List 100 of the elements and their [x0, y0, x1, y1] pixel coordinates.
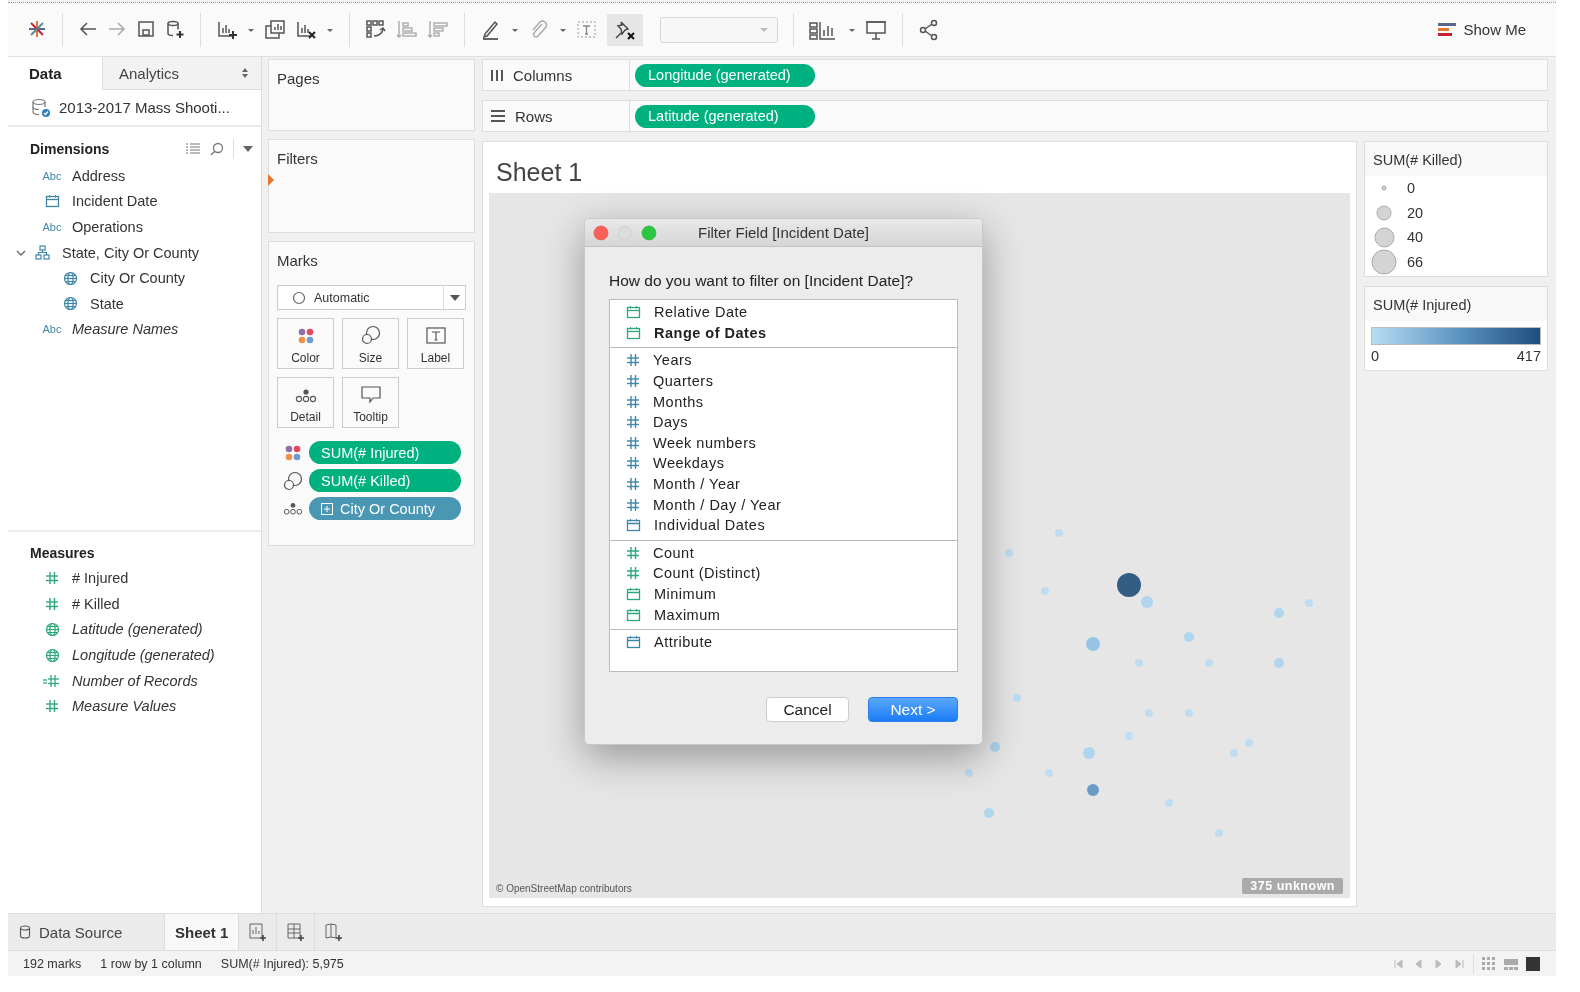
share-icon[interactable] — [918, 18, 940, 41]
status-text: SUM(# Injured): 5,975 — [220, 956, 344, 971]
legend-value: 417 — [1516, 348, 1541, 364]
pin-button[interactable] — [607, 13, 643, 46]
hash-icon — [45, 596, 59, 611]
option-item[interactable]: Minimum — [610, 583, 957, 605]
four-dots-icon — [283, 443, 303, 462]
encoding-button[interactable]: Size — [342, 318, 399, 369]
globe-icon — [62, 296, 78, 312]
dots-icon — [294, 388, 317, 404]
database-check-icon — [31, 97, 51, 118]
field-item[interactable]: Latitude (generated) — [8, 616, 261, 643]
square-icon[interactable] — [1526, 956, 1540, 971]
show-me-button[interactable]: Show Me — [1438, 21, 1526, 38]
dots-icon — [283, 500, 303, 517]
database-plus-icon[interactable] — [165, 18, 185, 41]
field-item[interactable]: Longitude (generated) — [8, 642, 261, 668]
new-chart-sheet-icon[interactable] — [247, 922, 268, 942]
search-icon[interactable] — [210, 142, 224, 156]
dialog-question: How do you want to filter on [Incident Date]? — [609, 271, 915, 291]
caret-icon — [759, 25, 769, 34]
columns-icon — [490, 68, 504, 82]
close-icon[interactable] — [593, 224, 609, 241]
map-attribution: © OpenStreetMap contributors — [496, 883, 632, 894]
new-book-sheet-icon[interactable] — [323, 922, 344, 942]
presentation-icon[interactable] — [865, 18, 887, 41]
option-item[interactable]: Count — [610, 542, 957, 564]
option-item[interactable]: Years — [610, 350, 957, 371]
field-item[interactable]: # Killed — [8, 591, 261, 617]
abc-icon: Abc — [42, 323, 62, 336]
database-icon — [19, 925, 31, 939]
caret-icon — [449, 294, 460, 301]
field-item[interactable]: # Injured — [8, 565, 261, 592]
option-item[interactable]: Month / Year — [610, 473, 957, 495]
shelf-title: Filters — [276, 149, 319, 169]
circle-icon — [292, 290, 306, 305]
abc-icon: Abc — [42, 221, 62, 233]
four-dots-icon — [296, 327, 315, 345]
data-source-item[interactable]: 2013-2017 Mass Shooti... — [8, 90, 261, 127]
encoding-button[interactable]: Label — [407, 318, 464, 369]
field-item[interactable]: Incident Date — [8, 188, 261, 215]
option-item[interactable]: Month / Day / Year — [610, 494, 957, 515]
new-grid-sheet-icon[interactable] — [285, 922, 306, 942]
field-item[interactable]: Abc Address — [8, 163, 261, 189]
shelf-title: Pages — [276, 69, 321, 89]
section-title: Measures — [30, 545, 95, 562]
option-item[interactable]: Range of Dates — [610, 322, 957, 344]
option-item[interactable]: Attribute — [610, 631, 957, 653]
field-item[interactable]: Abc Operations — [8, 214, 261, 240]
section-title: Dimensions — [30, 141, 110, 157]
option-item[interactable]: Days — [610, 411, 957, 433]
status-text: 1 row by 1 column — [100, 956, 202, 971]
bar-chart-icon — [1438, 21, 1457, 38]
option-item[interactable]: Relative Date — [610, 302, 957, 323]
globe-icon — [44, 647, 60, 663]
rows-icon — [490, 109, 506, 123]
hierarchy-icon — [34, 245, 50, 261]
size-circle-icon — [1376, 204, 1392, 221]
overlapping-circles-icon — [360, 325, 381, 345]
option-item[interactable]: Count (Distinct) — [610, 563, 957, 584]
legend-title: SUM(# Injured) — [1365, 287, 1547, 321]
encoding-button[interactable]: Tooltip — [342, 377, 399, 428]
caret-icon[interactable] — [243, 145, 253, 153]
sheet-tab[interactable]: Sheet 1 — [165, 914, 239, 950]
globe-icon — [62, 270, 78, 286]
option-item[interactable]: Maximum — [610, 604, 957, 625]
legend-value: 20 — [1407, 204, 1424, 221]
status-text: 192 marks — [23, 956, 82, 971]
calendar-icon — [44, 194, 60, 209]
duplicate-chart-icon[interactable] — [264, 18, 286, 41]
swap-icon[interactable] — [365, 18, 387, 41]
text-label-icon — [425, 327, 446, 345]
hash-icon — [45, 571, 59, 586]
pane-tab[interactable]: Analytics — [102, 57, 261, 90]
cancel-button[interactable]: Cancel — [766, 697, 849, 722]
field-item[interactable]: Number of Records — [8, 667, 261, 694]
field-item[interactable]: State — [8, 290, 261, 317]
plus-box-icon[interactable] — [321, 502, 333, 515]
field-item[interactable]: State, City Or County — [8, 239, 261, 266]
option-item[interactable]: Week numbers — [610, 432, 957, 454]
dialog-title: Filter Field [Incident Date] — [698, 224, 869, 241]
legend-value: 0 — [1371, 348, 1380, 364]
field-item[interactable]: Measure Values — [8, 693, 261, 719]
option-item[interactable]: Weekdays — [610, 453, 957, 474]
size-circle-icon — [1373, 226, 1395, 248]
option-item[interactable]: Months — [610, 391, 957, 412]
mark-type-dropdown[interactable]: Automatic — [277, 285, 466, 310]
legend-value: 40 — [1407, 229, 1424, 246]
field-item[interactable]: City Or County — [8, 265, 261, 291]
option-item[interactable]: Quarters — [610, 370, 957, 392]
option-item[interactable]: Individual Dates — [610, 514, 957, 536]
encoding-button[interactable]: Color — [277, 318, 334, 369]
legend-title: SUM(# Killed) — [1365, 142, 1547, 176]
drop-indicator-icon — [268, 174, 274, 186]
abc-icon: Abc — [42, 169, 62, 182]
dropdown-field[interactable] — [660, 16, 778, 43]
legend-value: 0 — [1407, 180, 1416, 197]
globe-icon — [44, 621, 60, 637]
encoding-button[interactable]: Detail — [277, 377, 334, 428]
field-item[interactable]: Abc Measure Names — [8, 316, 261, 343]
